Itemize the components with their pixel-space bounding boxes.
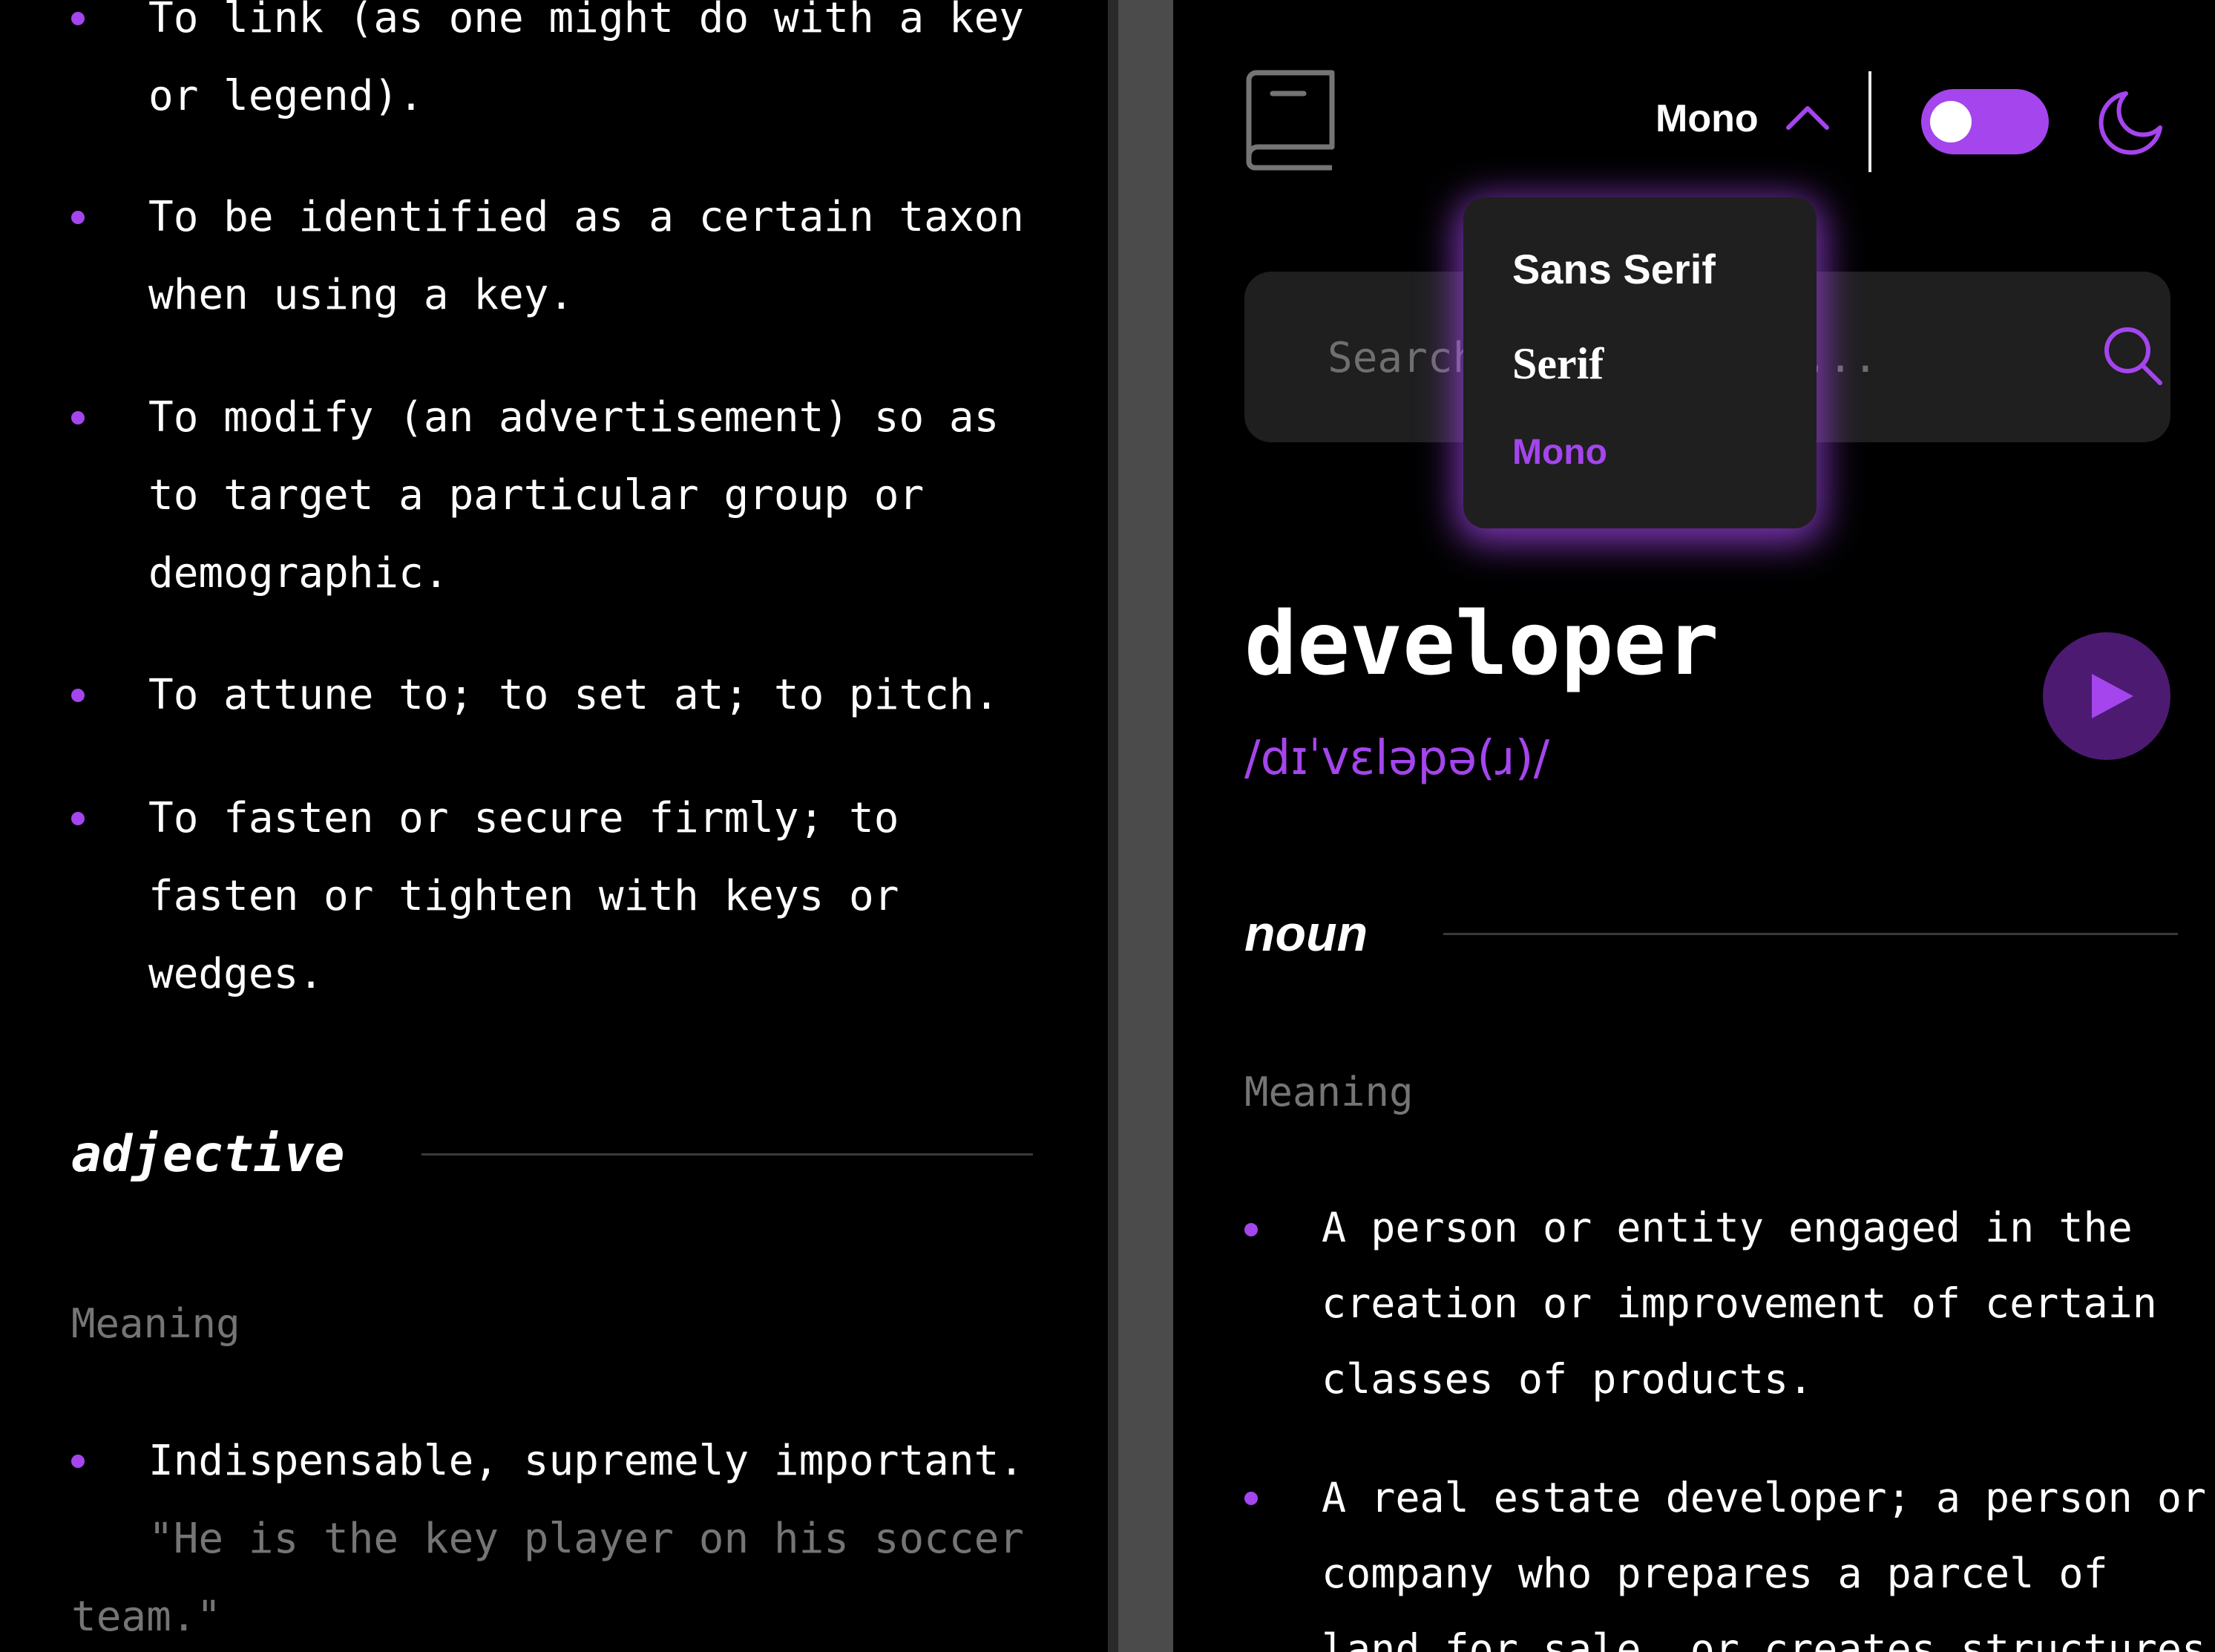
part-of-speech-label: adjective [71,1124,345,1184]
definition-line: wedges. [148,950,324,998]
definition-line: To modify (an advertisement) so as [148,393,1000,442]
definition-line: fasten or tighten with keys or [148,872,899,920]
panel-divider [1108,0,1173,1652]
list-bullet [1244,1223,1258,1236]
list-bullet [71,689,85,702]
part-of-speech-label: noun [1244,905,1368,962]
play-audio-button[interactable] [2043,632,2170,760]
entry-word: developer [1244,592,1719,695]
font-selector-value: Mono [1655,97,1759,140]
book-logo-icon [1244,70,1336,174]
definition-line: A real estate developer; a person or [1322,1474,2207,1521]
list-bullet [71,12,85,25]
definition-line: creation or improvement of certain [1322,1279,2157,1327]
meaning-label: Meaning [1244,1069,1414,1115]
definition-line: demographic. [148,549,449,597]
example-line: "He is the key player on his soccer [148,1515,1025,1563]
list-bullet [1244,1492,1258,1505]
list-bullet [71,812,85,825]
font-option-mono[interactable]: Mono [1512,432,1607,473]
font-option-serif[interactable]: Serif [1512,338,1604,390]
meaning-label: Meaning [71,1300,240,1347]
definition-line: To attune to; to set at; to pitch. [148,671,1000,719]
part-of-speech-heading: adjective [71,1117,1034,1191]
example-line: team." [71,1593,222,1641]
header-divider [1868,71,1871,172]
definition-line: To link (as one might do with a key [148,0,1025,42]
divider [1443,932,2179,935]
definition-line: when using a key. [148,271,574,319]
definition-line: A person or entity engaged in the [1322,1204,2133,1251]
left-panel: To link (as one might do with a key or l… [0,0,1108,1652]
search-icon[interactable] [2102,325,2165,390]
entry-phonetic: /dɪˈvɛləpə(ɹ)/ [1244,731,1550,786]
right-panel: Mono Sans Serif Serif Mono developer /dɪ… [1173,0,2215,1652]
list-bullet [71,211,85,224]
divider [421,1153,1034,1156]
moon-icon[interactable] [2096,89,2165,160]
definition-line: classes of products. [1322,1355,1814,1403]
definition-line: To fasten or secure firmly; to [148,794,899,842]
definition-line: Indispensable, supremely important. [148,1437,1025,1485]
font-option-sans-serif[interactable]: Sans Serif [1512,245,1716,293]
definition-line: To be identified as a certain taxon [148,193,1025,241]
theme-toggle[interactable] [1921,89,2049,154]
definition-line: land for sale, or creates structures [1322,1625,2207,1652]
part-of-speech-heading: noun [1244,897,2179,971]
list-bullet [71,1455,85,1468]
font-selector[interactable]: Mono [1655,96,1830,141]
definition-line: to target a particular group or [148,471,925,519]
font-dropdown-menu: Sans Serif Serif Mono [1463,197,1817,528]
definition-line: or legend). [148,72,424,120]
list-bullet [71,411,85,425]
definition-line: company who prepares a parcel of [1322,1550,2108,1597]
play-icon [2092,674,2133,718]
chevron-up-icon [1785,104,1830,134]
toggle-knob [1930,101,1972,142]
